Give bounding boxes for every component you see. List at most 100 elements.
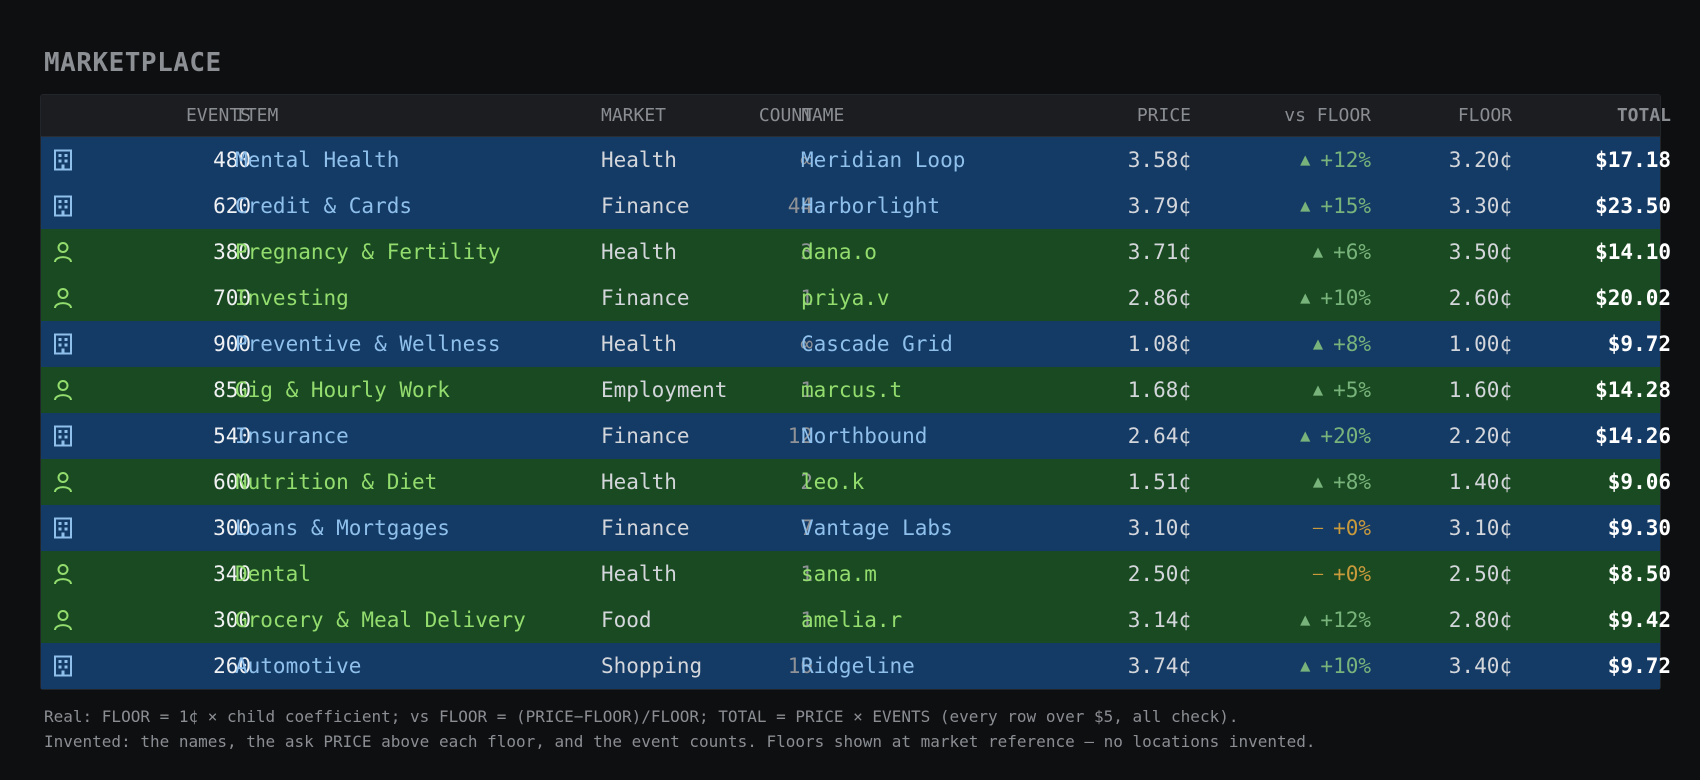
item-cell[interactable]: Preventive & Wellness <box>235 321 595 367</box>
header-name[interactable]: NAME <box>801 95 1041 136</box>
trend-arrow-icon: ▲ <box>1300 150 1311 170</box>
table-row[interactable]: 300 Loans & Mortgages Finance 7 Vantage Labs… <box>41 505 1671 551</box>
marketplace-page: MARKETPLACE EVENTS ITEM MARKET COUNT NAM… <box>0 0 1700 780</box>
header-item[interactable]: ITEM <box>235 95 595 136</box>
name-cell[interactable]: sana.m <box>801 551 1041 597</box>
header-price[interactable]: PRICE <box>1021 95 1191 136</box>
name-cell[interactable]: Northbound <box>801 413 1041 459</box>
count-cell: ∞ <box>800 332 813 356</box>
market-cell: Finance <box>601 286 690 310</box>
trend-arrow-icon: ▲ <box>1300 426 1311 446</box>
count-cell: ∞ <box>800 148 813 172</box>
item-cell[interactable]: Insurance <box>235 413 595 459</box>
vs-floor-cell: ▲ +12% <box>1211 137 1371 183</box>
table-row[interactable]: 300 Grocery & Meal Delivery Food 1 amelia.r 3… <box>41 597 1671 643</box>
count-cell: 2 <box>800 470 813 494</box>
header-floor[interactable]: FLOOR <box>1381 95 1512 136</box>
vs-floor-cell: ▲ +8% <box>1211 459 1371 505</box>
item-cell[interactable]: Grocery & Meal Delivery <box>235 597 595 643</box>
market-cell: Health <box>601 332 677 356</box>
market-cell: Health <box>601 240 677 264</box>
vs-floor-cell: ▲ +20% <box>1211 413 1371 459</box>
total-cell: $9.42 <box>1607 608 1671 632</box>
name-cell[interactable]: amelia.r <box>801 597 1041 643</box>
price-cell: 2.50¢ <box>1127 562 1191 586</box>
person-icon <box>51 597 75 643</box>
vs-floor-value: +5% <box>1333 378 1371 402</box>
floor-cell: 3.10¢ <box>1448 516 1512 540</box>
name-cell[interactable]: Harborlight <box>801 183 1041 229</box>
vs-floor-cell: ▲ +10% <box>1211 643 1371 689</box>
market-cell: Finance <box>601 516 690 540</box>
events-cell: 540 <box>213 424 251 448</box>
header-count[interactable]: COUNT <box>721 95 813 136</box>
name-cell[interactable]: priya.v <box>801 275 1041 321</box>
table-row[interactable]: 900 Preventive & Wellness Health ∞ Cascade G… <box>41 321 1671 367</box>
count-cell: 12 <box>787 424 813 448</box>
count-cell: 10 <box>787 654 813 678</box>
header-events[interactable]: EVENTS <box>121 95 251 136</box>
table-row[interactable]: 340 Dental Health 1 sana.m 2.50¢ — +0% 2.50¢ $8.5… <box>41 551 1671 597</box>
table-body: 480 Mental Health Health ∞ Meridian Loop 3.58… <box>41 137 1671 689</box>
table-row[interactable]: 620 Credit & Cards Finance 44 Harborlight 3.7… <box>41 183 1671 229</box>
table-row[interactable]: 480 Mental Health Health ∞ Meridian Loop 3.58… <box>41 137 1671 183</box>
name-cell[interactable]: leo.k <box>801 459 1041 505</box>
name-cell[interactable]: Ridgeline <box>801 643 1041 689</box>
price-cell: 3.58¢ <box>1127 148 1191 172</box>
price-cell: 3.79¢ <box>1127 194 1191 218</box>
total-cell: $9.72 <box>1607 332 1671 356</box>
header-total[interactable]: TOTAL <box>1541 95 1671 136</box>
floor-cell: 1.40¢ <box>1448 470 1512 494</box>
item-cell[interactable]: Pregnancy & Fertility <box>235 229 595 275</box>
table-row[interactable]: 260 Automotive Shopping 10 Ridgeline 3.74¢ ▲ +1… <box>41 643 1671 689</box>
header-market[interactable]: MARKET <box>601 95 741 136</box>
vs-floor-value: +6% <box>1333 240 1371 264</box>
vs-floor-value: +20% <box>1320 424 1371 448</box>
table-row[interactable]: 600 Nutrition & Diet Health 2 leo.k 1.51¢ ▲ +8%… <box>41 459 1671 505</box>
table-row[interactable]: 540 Insurance Finance 12 Northbound 2.64¢ ▲ +20… <box>41 413 1671 459</box>
trend-arrow-icon: ▲ <box>1300 656 1311 676</box>
trend-arrow-icon: ▲ <box>1312 242 1324 262</box>
item-cell[interactable]: Automotive <box>235 643 595 689</box>
vs-floor-value: +12% <box>1320 608 1371 632</box>
vs-floor-value: +15% <box>1320 194 1371 218</box>
name-cell[interactable]: marcus.t <box>801 367 1041 413</box>
price-cell: 3.74¢ <box>1127 654 1191 678</box>
vs-floor-cell: ▲ +15% <box>1211 183 1371 229</box>
floor-cell: 2.20¢ <box>1448 424 1512 448</box>
floor-cell: 3.50¢ <box>1448 240 1512 264</box>
floor-cell: 3.40¢ <box>1448 654 1512 678</box>
item-cell[interactable]: Gig & Hourly Work <box>235 367 595 413</box>
header-vs-floor[interactable]: vs FLOOR <box>1211 95 1371 136</box>
item-cell[interactable]: Dental <box>235 551 595 597</box>
total-cell: $23.50 <box>1595 194 1671 218</box>
events-cell: 850 <box>213 378 251 402</box>
vs-floor-value: +0% <box>1333 516 1371 540</box>
person-icon <box>51 551 75 597</box>
name-cell[interactable]: Cascade Grid <box>801 321 1041 367</box>
events-cell: 300 <box>213 516 251 540</box>
table-row[interactable]: 850 Gig & Hourly Work Employment 1 marcus.t 1… <box>41 367 1671 413</box>
name-cell[interactable]: Vantage Labs <box>801 505 1041 551</box>
vs-floor-cell: ▲ +8% <box>1211 321 1371 367</box>
table-row[interactable]: 700 Investing Finance 1 priya.v 2.86¢ ▲ +10% 2.6… <box>41 275 1671 321</box>
item-cell[interactable]: Nutrition & Diet <box>235 459 595 505</box>
person-icon <box>51 229 75 275</box>
item-cell[interactable]: Credit & Cards <box>235 183 595 229</box>
total-cell: $14.28 <box>1595 378 1671 402</box>
name-cell[interactable]: dana.o <box>801 229 1041 275</box>
count-cell: 1 <box>800 562 813 586</box>
footnote-line-2: Invented: the names, the ask PRICE above… <box>44 732 1316 751</box>
building-icon <box>51 321 75 367</box>
name-cell[interactable]: Meridian Loop <box>801 137 1041 183</box>
item-cell[interactable]: Mental Health <box>235 137 595 183</box>
vs-floor-cell: ▲ +5% <box>1211 367 1371 413</box>
item-cell[interactable]: Loans & Mortgages <box>235 505 595 551</box>
building-icon <box>51 413 75 459</box>
floor-cell: 1.00¢ <box>1448 332 1512 356</box>
price-cell: 1.08¢ <box>1127 332 1191 356</box>
item-cell[interactable]: Investing <box>235 275 595 321</box>
count-cell: 1 <box>800 286 813 310</box>
table-row[interactable]: 380 Pregnancy & Fertility Health 3 dana.o 3.7… <box>41 229 1671 275</box>
events-cell: 700 <box>213 286 251 310</box>
